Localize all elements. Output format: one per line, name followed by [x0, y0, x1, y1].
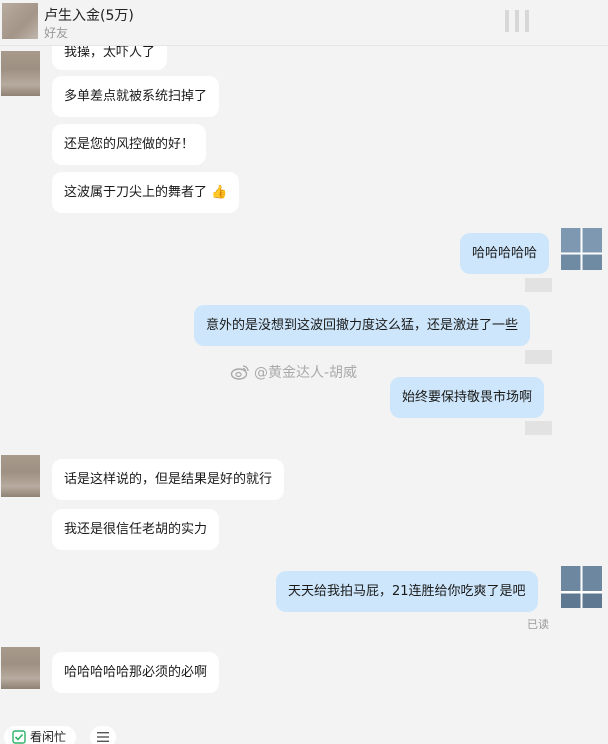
check-icon — [12, 730, 26, 744]
message-text: 天天给我拍马屁，21连胜给你吃爽了是吧 — [288, 584, 526, 599]
chat-title: 卢生入金(5万) — [44, 8, 134, 24]
contact-avatar[interactable] — [2, 3, 38, 39]
message-text: 始终要保持敬畏市场啊 — [402, 390, 533, 405]
message-text: 我还是很信任老胡的实力 — [64, 522, 208, 537]
message-incoming[interactable]: 多单差点就被系统扫掉了 — [52, 76, 220, 117]
message-incoming[interactable]: 哈哈哈哈哈那必须的必啊 — [52, 652, 220, 693]
sender-avatar[interactable] — [1, 51, 40, 96]
message-outgoing[interactable]: 哈哈哈哈哈 — [460, 233, 550, 274]
kanxianmang-button[interactable]: 看闲忙 — [4, 726, 77, 744]
read-status-chip — [525, 278, 552, 292]
message-outgoing[interactable]: 意外的是没想到这波回撤力度这么猛，还是激进了一些 — [194, 305, 531, 346]
message-text: 这波属于刀尖上的舞者了 — [64, 185, 208, 200]
self-avatar[interactable] — [561, 228, 602, 270]
thumbs-up-emoji: 👍 — [211, 185, 228, 200]
message-text: 我操，太吓人了 — [64, 46, 156, 60]
weibo-icon — [230, 365, 249, 380]
watermark: @黄金达人-胡威 — [230, 362, 357, 382]
message-incoming[interactable]: 话是这样说的，但是结果是好的就行 — [52, 459, 285, 500]
message-text: 多单差点就被系统扫掉了 — [64, 89, 208, 104]
message-incoming[interactable]: 我还是很信任老胡的实力 — [52, 509, 220, 550]
chat-header: 卢生入金(5万) 好友 — [0, 0, 608, 46]
message-text: 意外的是没想到这波回撤力度这么猛，还是激进了一些 — [206, 318, 519, 333]
message-text: 哈哈哈哈哈 — [472, 246, 538, 261]
message-incoming[interactable]: 我操，太吓人了 — [52, 46, 168, 70]
read-status-chip — [525, 350, 552, 364]
hamburger-icon — [97, 732, 109, 742]
header-faded-icons — [505, 10, 565, 32]
chat-subtitle: 好友 — [44, 26, 69, 40]
sender-avatar[interactable] — [1, 647, 40, 689]
menu-button[interactable] — [90, 726, 116, 744]
message-text: 哈哈哈哈哈那必须的必啊 — [64, 665, 208, 680]
read-status-chip — [525, 421, 552, 435]
read-status-text: 已读 — [527, 618, 549, 631]
message-text: 还是您的风控做的好！ — [64, 137, 195, 152]
bottom-toolbar: 看闲忙 — [0, 724, 608, 744]
kanxianmang-label: 看闲忙 — [30, 730, 67, 744]
message-text: 话是这样说的，但是结果是好的就行 — [64, 472, 273, 487]
message-incoming[interactable]: 还是您的风控做的好！ — [52, 124, 207, 165]
message-incoming[interactable]: 这波属于刀尖上的舞者了 👍 — [52, 172, 240, 213]
message-outgoing[interactable]: 天天给我拍马屁，21连胜给你吃爽了是吧 — [276, 571, 538, 612]
sender-avatar[interactable] — [1, 455, 40, 497]
self-avatar[interactable] — [561, 566, 602, 608]
watermark-text: @黄金达人-胡威 — [254, 365, 358, 381]
message-outgoing[interactable]: 始终要保持敬畏市场啊 — [390, 377, 545, 418]
